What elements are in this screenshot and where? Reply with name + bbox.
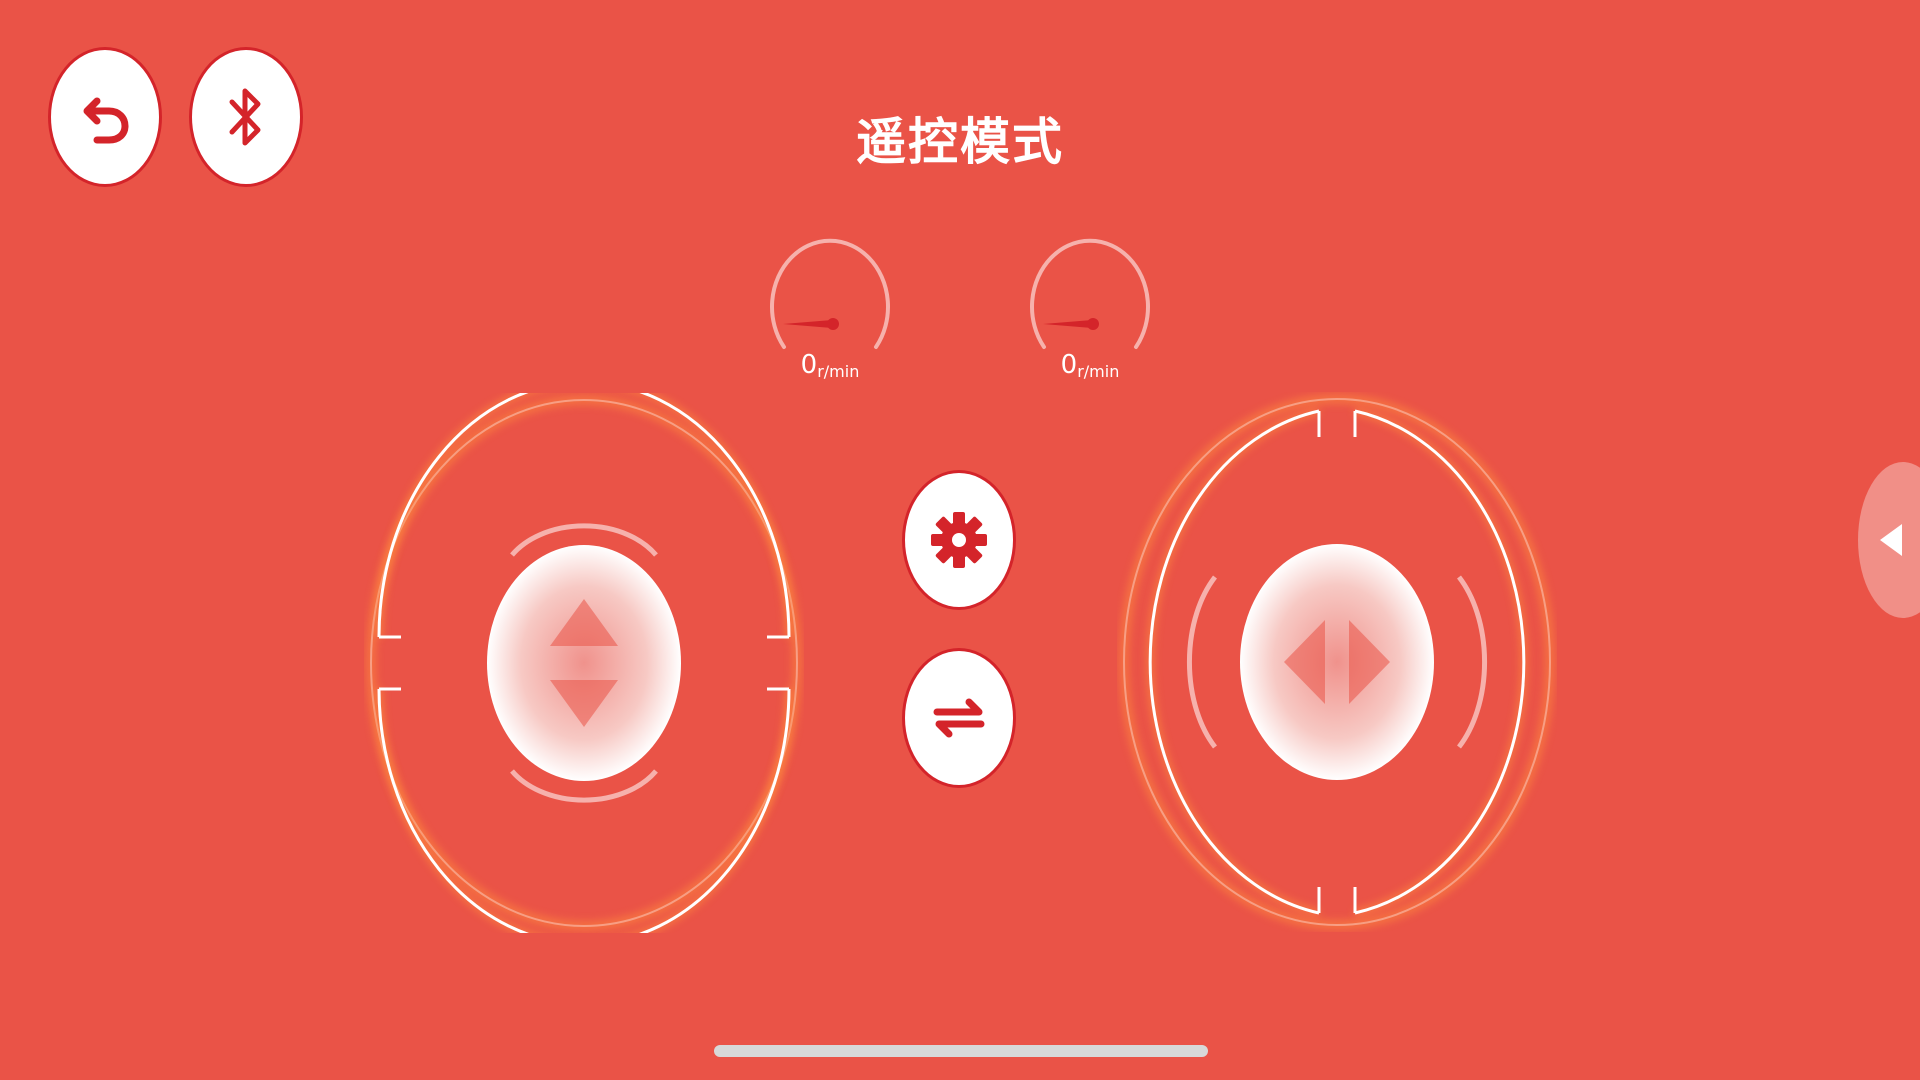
gauge-readout: 0r/min <box>1025 350 1155 381</box>
side-panel-toggle[interactable] <box>1858 462 1920 618</box>
right-joystick[interactable] <box>1117 392 1557 932</box>
switch-button[interactable] <box>902 648 1016 788</box>
settings-button[interactable] <box>902 470 1016 610</box>
gauge-needle <box>1043 320 1092 328</box>
gauge-dial <box>770 238 890 349</box>
page-title: 遥控模式 <box>856 113 1064 171</box>
gauge-unit: r/min <box>1077 362 1120 381</box>
swap-arrows-icon <box>933 698 985 738</box>
gear-icon <box>931 512 987 568</box>
gauge-unit: r/min <box>817 362 860 381</box>
left-speed-gauge: 0r/min <box>765 225 895 395</box>
right-speed-gauge: 0r/min <box>1025 225 1155 395</box>
gauge-dial <box>1030 238 1150 349</box>
remote-control-screen: 遥控模式 0r/min 0r/min <box>0 0 1920 1080</box>
gauge-readout: 0r/min <box>765 350 895 381</box>
home-indicator[interactable] <box>714 1045 1208 1057</box>
triangle-left-icon <box>1880 524 1902 556</box>
gauge-value: 0 <box>1060 350 1078 380</box>
gauge-needle <box>783 320 832 328</box>
gauge-value: 0 <box>800 350 818 380</box>
left-joystick[interactable] <box>364 378 804 948</box>
